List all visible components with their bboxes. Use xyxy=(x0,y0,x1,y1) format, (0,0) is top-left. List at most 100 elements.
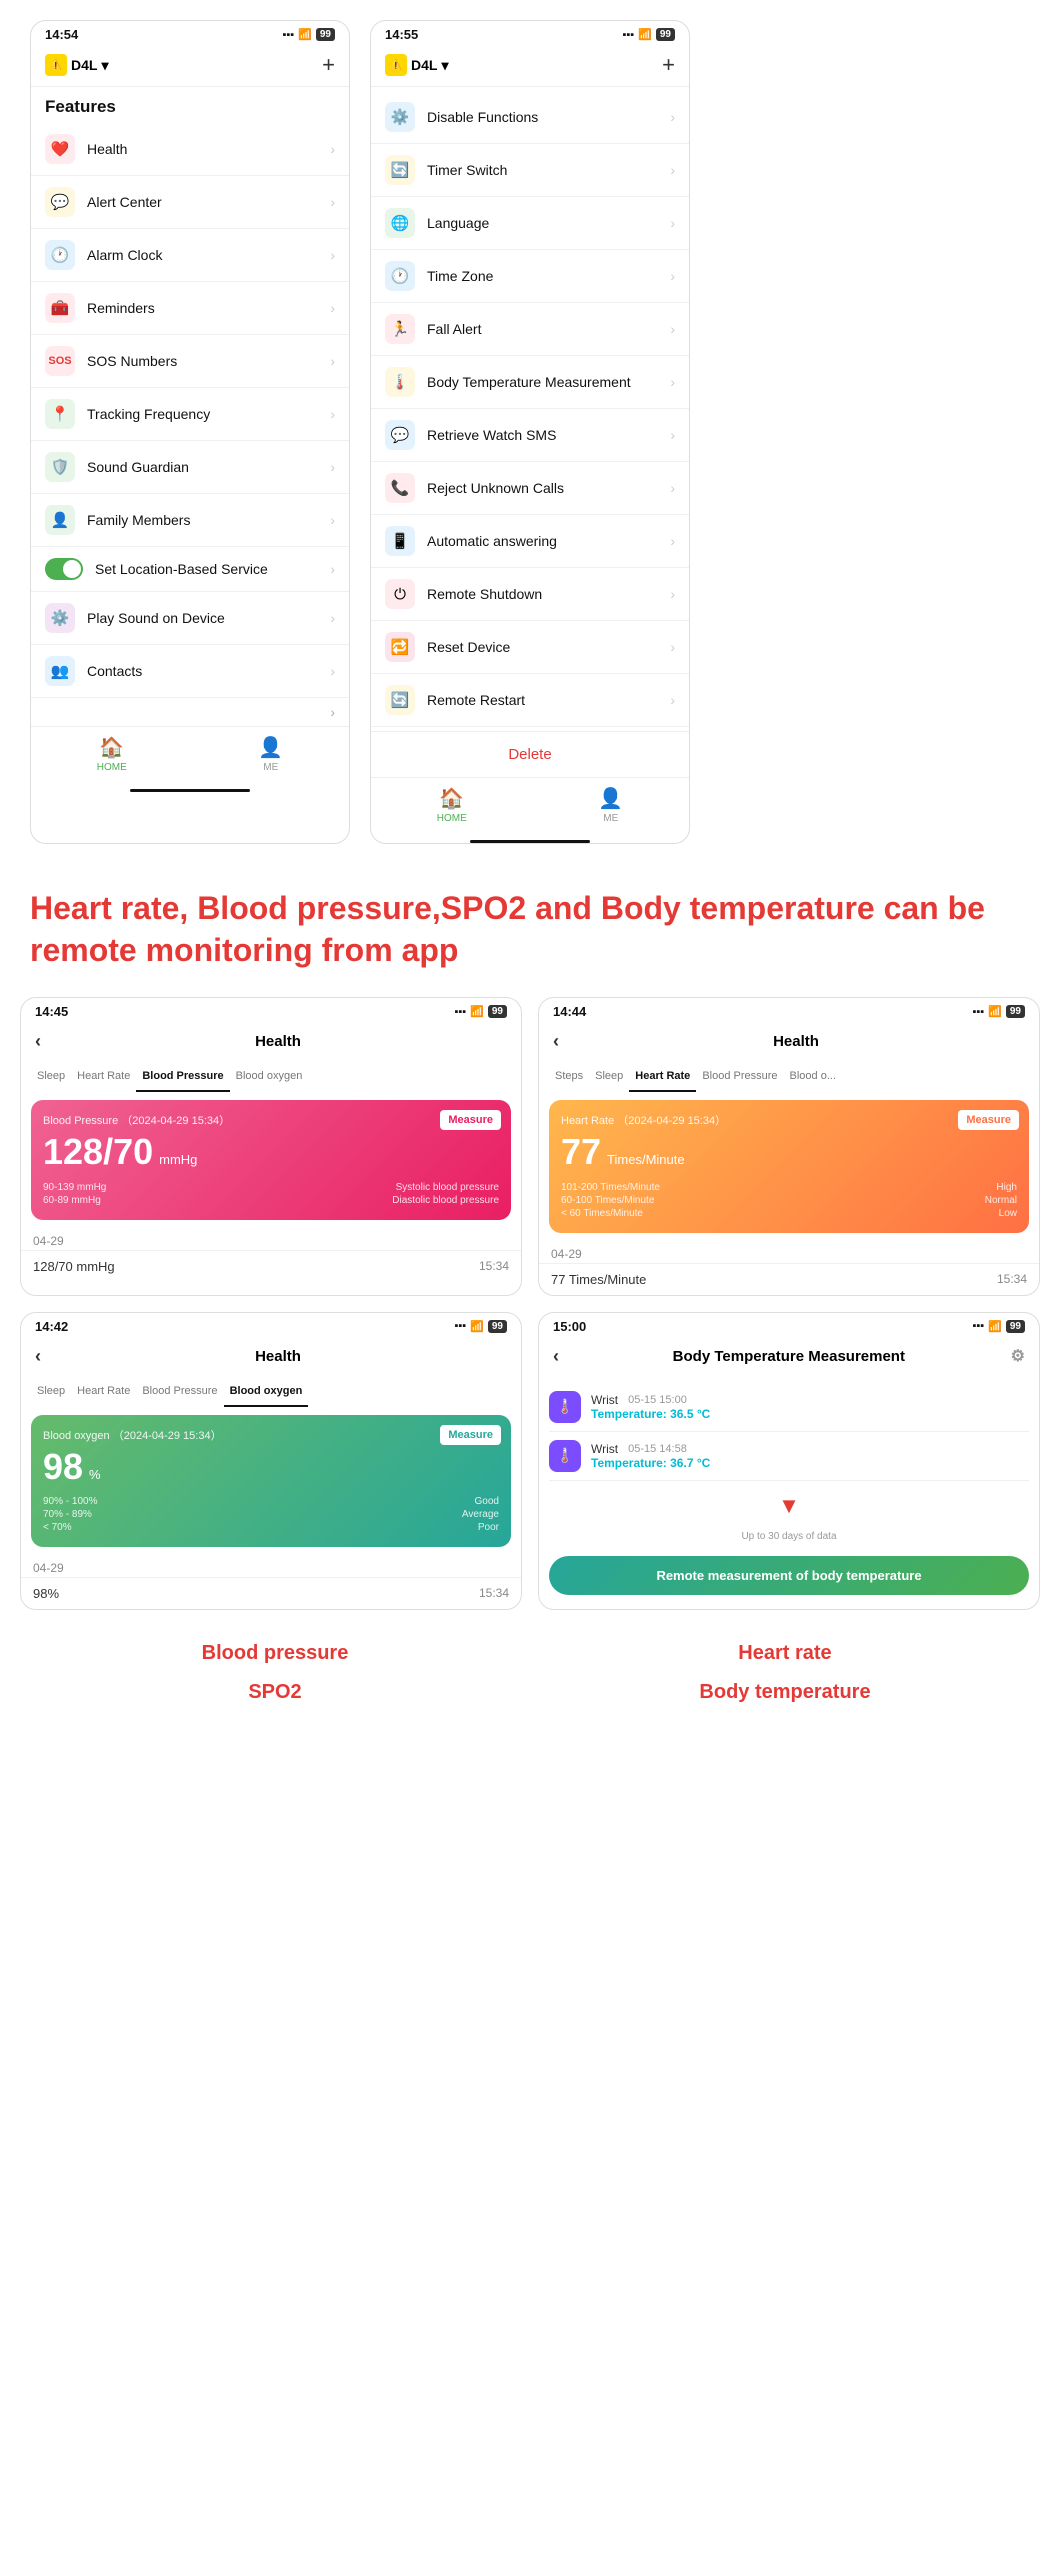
reset-chevron: › xyxy=(670,639,675,655)
spo2-card-title: Blood oxygen （2024-04-29 15:34） xyxy=(43,1427,499,1443)
contacts-chevron: › xyxy=(330,663,335,679)
hr-tab-bp[interactable]: Blood Pressure xyxy=(696,1066,783,1092)
spo2-range-1-value: 90% - 100% xyxy=(43,1496,97,1507)
sos-chevron: › xyxy=(330,353,335,369)
hr-tabs: Steps Sleep Heart Rate Blood Pressure Bl… xyxy=(539,1060,1039,1092)
menu-item-body-temp[interactable]: 🌡️ Body Temperature Measurement › xyxy=(371,356,689,409)
headline-text: Heart rate, Blood pressure,SPO2 and Body… xyxy=(30,888,1030,971)
brand-logo-left[interactable]: ⚠️ D4L ▾ xyxy=(45,54,108,76)
tab-me-left[interactable]: 👤 ME xyxy=(258,735,283,773)
brand-logo-right[interactable]: ⚠️ D4L ▾ xyxy=(385,54,448,76)
language-icon: 🌐 xyxy=(385,208,415,238)
menu-item-reset[interactable]: 🔁 Reset Device › xyxy=(371,621,689,674)
spo2-tab-heartrate[interactable]: Heart Rate xyxy=(71,1381,136,1407)
bp-tabs: Sleep Heart Rate Blood Pressure Blood ox… xyxy=(21,1060,521,1092)
restart-label: Remote Restart xyxy=(427,692,670,708)
menu-item-fall[interactable]: 🏃 Fall Alert › xyxy=(371,303,689,356)
menu-item-family[interactable]: 👤 Family Members › xyxy=(31,494,349,547)
menu-item-tracking[interactable]: 📍 Tracking Frequency › xyxy=(31,388,349,441)
language-chevron: › xyxy=(670,215,675,231)
menu-item-timezone[interactable]: 🕐 Time Zone › xyxy=(371,250,689,303)
spo2-unit: % xyxy=(89,1467,101,1482)
temp-status-icons: ▪▪▪ 📶 99 xyxy=(972,1320,1025,1333)
hr-tab-oxygen[interactable]: Blood o... xyxy=(784,1066,842,1092)
menu-item-sos[interactable]: SOS SOS Numbers › xyxy=(31,335,349,388)
spo2-tab-sleep[interactable]: Sleep xyxy=(31,1381,71,1407)
temp-back-button[interactable]: ‹ xyxy=(553,1346,559,1367)
hr-tab-heartrate[interactable]: Heart Rate xyxy=(629,1066,696,1092)
spo2-tab-oxygen[interactable]: Blood oxygen xyxy=(224,1381,309,1407)
menu-item-play-sound[interactable]: ⚙️ Play Sound on Device › xyxy=(31,592,349,645)
temp-wrist-icon-1: 🌡️ xyxy=(549,1391,581,1423)
signal-icon-right: ▪▪▪ xyxy=(622,29,634,41)
menu-item-health[interactable]: ❤️ Health › xyxy=(31,123,349,176)
menu-item-reminders[interactable]: 🧰 Reminders › xyxy=(31,282,349,335)
hr-measure-button[interactable]: Measure xyxy=(958,1110,1019,1130)
menu-item-shutdown[interactable]: ⏻ Remote Shutdown › xyxy=(371,568,689,621)
sound-guardian-icon: 🛡️ xyxy=(45,452,75,482)
temp-nav-title: Body Temperature Measurement xyxy=(567,1348,1011,1365)
right-tab-bar: 🏠 HOME 👤 ME xyxy=(371,777,689,836)
bp-nav-title: Health xyxy=(49,1033,507,1050)
temp-gear-icon[interactable]: ⚙ xyxy=(1011,1346,1025,1366)
left-phone-header: ⚠️ D4L ▾ + xyxy=(31,46,349,87)
add-button-right[interactable]: + xyxy=(662,52,675,78)
hr-battery: 99 xyxy=(1006,1005,1025,1018)
sms-chevron: › xyxy=(670,427,675,443)
more-row-left[interactable]: › xyxy=(31,698,349,726)
family-chevron: › xyxy=(330,512,335,528)
temp-wrist-icon-2: 🌡️ xyxy=(549,1440,581,1472)
spo2-phone: 14:42 ▪▪▪ 📶 99 ‹ Health Sleep Heart Rate… xyxy=(20,1312,522,1611)
add-button-left[interactable]: + xyxy=(322,52,335,78)
features-title: Features xyxy=(31,87,349,123)
spo2-range-2-label: Average xyxy=(462,1509,499,1520)
location-toggle[interactable] xyxy=(45,558,83,580)
phones-row: 14:54 ▪▪▪ 📶 99 ⚠️ D4L ▾ + Features ❤️ He… xyxy=(0,0,1060,864)
menu-item-disable[interactable]: ⚙️ Disable Functions › xyxy=(371,91,689,144)
hr-tab-sleep[interactable]: Sleep xyxy=(589,1066,629,1092)
menu-item-sms[interactable]: 💬 Retrieve Watch SMS › xyxy=(371,409,689,462)
hr-status-icons: ▪▪▪ 📶 99 xyxy=(972,1005,1025,1018)
spo2-back-button[interactable]: ‹ xyxy=(35,1346,41,1367)
sos-icon: SOS xyxy=(45,346,75,376)
bp-tab-bloodpressure[interactable]: Blood Pressure xyxy=(136,1066,229,1092)
menu-item-contacts[interactable]: 👥 Contacts › xyxy=(31,645,349,698)
bp-nav-header: ‹ Health xyxy=(21,1023,521,1060)
bp-tab-oxygen[interactable]: Blood oxygen xyxy=(230,1066,309,1092)
tab-me-right[interactable]: 👤 ME xyxy=(598,786,623,824)
hr-record-value: 77 Times/Minute xyxy=(551,1272,646,1287)
temp-item-2: 🌡️ Wrist 05-15 14:58 Temperature: 36.7 °… xyxy=(549,1432,1029,1481)
hr-time: 14:44 xyxy=(553,1004,586,1019)
tab-home-left[interactable]: 🏠 HOME xyxy=(97,735,127,773)
bp-tab-heartrate[interactable]: Heart Rate xyxy=(71,1066,136,1092)
alarm-clock-icon: 🕐 xyxy=(45,240,75,270)
bp-tab-sleep[interactable]: Sleep xyxy=(31,1066,71,1092)
tab-home-right[interactable]: 🏠 HOME xyxy=(437,786,467,824)
left-tab-bar: 🏠 HOME 👤 ME xyxy=(31,726,349,785)
delete-button[interactable]: Delete xyxy=(371,731,689,777)
menu-item-auto-answer[interactable]: 📱 Automatic answering › xyxy=(371,515,689,568)
hr-tab-steps[interactable]: Steps xyxy=(549,1066,589,1092)
hr-unit: Times/Minute xyxy=(607,1152,685,1167)
bp-back-button[interactable]: ‹ xyxy=(35,1031,41,1052)
spo2-measure-button[interactable]: Measure xyxy=(440,1425,501,1445)
bp-measure-button[interactable]: Measure xyxy=(440,1110,501,1130)
spo2-tab-bp[interactable]: Blood Pressure xyxy=(136,1381,223,1407)
right-status-icons: ▪▪▪ 📶 99 xyxy=(622,28,675,41)
right-phone-header: ⚠️ D4L ▾ + xyxy=(371,46,689,87)
menu-item-reject[interactable]: 📞 Reject Unknown Calls › xyxy=(371,462,689,515)
spo2-nav-header: ‹ Health xyxy=(21,1338,521,1375)
reminders-chevron: › xyxy=(330,300,335,316)
menu-item-timer[interactable]: 🔄 Timer Switch › xyxy=(371,144,689,197)
menu-item-alert-center[interactable]: 💬 Alert Center › xyxy=(31,176,349,229)
hr-value: 77 xyxy=(561,1132,601,1172)
menu-item-location[interactable]: Set Location-Based Service › xyxy=(31,547,349,592)
remote-measure-button[interactable]: Remote measurement of body temperature xyxy=(549,1556,1029,1595)
shutdown-label: Remote Shutdown xyxy=(427,586,670,602)
menu-item-restart[interactable]: 🔄 Remote Restart › xyxy=(371,674,689,727)
menu-item-alarm-clock[interactable]: 🕐 Alarm Clock › xyxy=(31,229,349,282)
menu-item-sound-guardian[interactable]: 🛡️ Sound Guardian › xyxy=(31,441,349,494)
menu-item-language[interactable]: 🌐 Language › xyxy=(371,197,689,250)
reset-label: Reset Device xyxy=(427,639,670,655)
hr-back-button[interactable]: ‹ xyxy=(553,1031,559,1052)
